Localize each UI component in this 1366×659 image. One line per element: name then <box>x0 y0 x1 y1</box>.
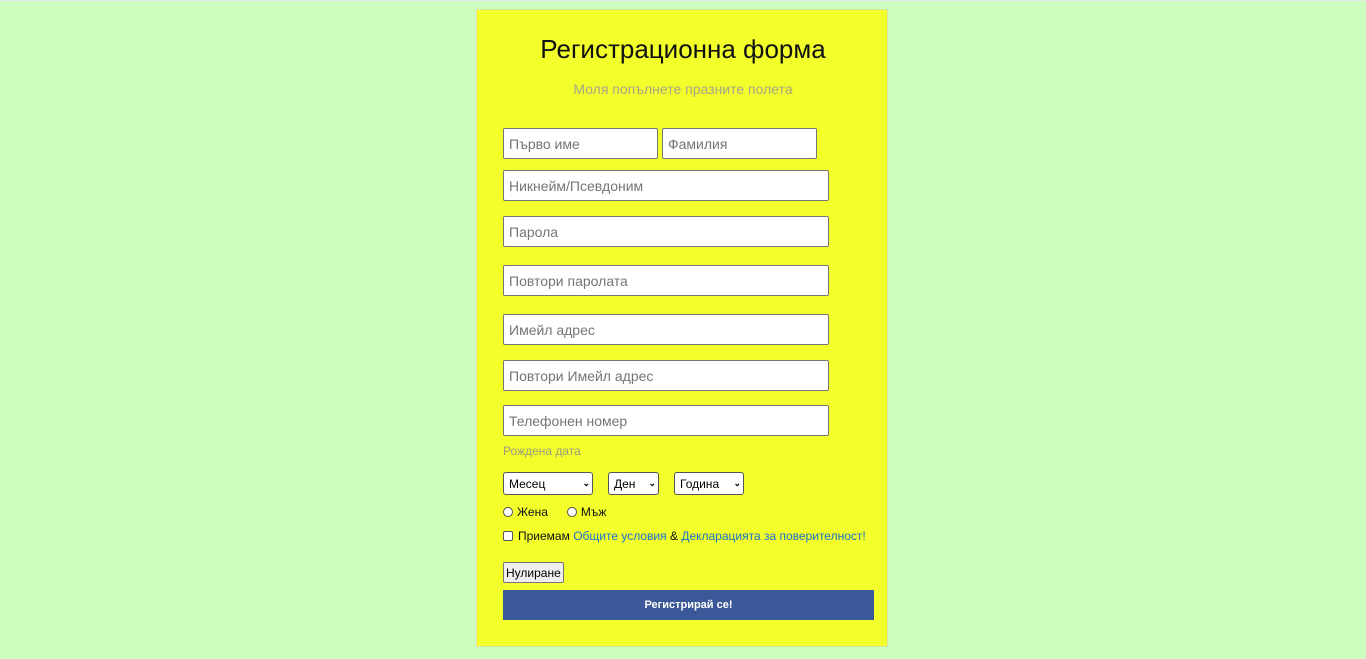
day-select-value: Ден <box>614 476 636 491</box>
month-select-value: Месец <box>509 476 546 491</box>
first-name-input[interactable] <box>503 128 658 159</box>
chevron-down-icon: ⌄ <box>582 478 590 488</box>
terms-row: Приемам Общите условия & Декларацията за… <box>503 529 866 543</box>
chevron-down-icon: ⌄ <box>648 478 656 488</box>
nickname-input[interactable] <box>503 170 829 201</box>
registration-card: Регистрационна форма Моля попълнете праз… <box>476 9 888 647</box>
gender-female-label: Жена <box>517 505 548 519</box>
gender-row: Жена Мъж <box>503 505 625 519</box>
terms-checkbox[interactable] <box>503 531 513 541</box>
gender-male-option[interactable]: Мъж <box>566 505 607 519</box>
top-border <box>0 0 1366 1</box>
terms-and: & <box>669 529 678 543</box>
reset-button[interactable]: Нулиране <box>503 562 564 583</box>
radio-male[interactable] <box>566 507 577 517</box>
privacy-link[interactable]: Декларацията за поверителност! <box>681 529 865 543</box>
month-select[interactable]: Месец ⌄ <box>503 472 593 495</box>
radio-female[interactable] <box>503 507 513 517</box>
year-select[interactable]: Година ⌄ <box>674 472 744 495</box>
repeat-email-input[interactable] <box>503 360 829 391</box>
password-input[interactable] <box>503 216 829 247</box>
gender-female-option[interactable]: Жена <box>503 505 548 519</box>
form-subtitle: Моля попълнете празните полета <box>573 81 793 97</box>
submit-button[interactable]: Регистрирай се! <box>503 590 874 620</box>
gender-male-label: Мъж <box>580 505 607 519</box>
repeat-password-input[interactable] <box>503 265 829 296</box>
form-title: Регистрационна форма <box>540 34 826 64</box>
dob-label: Рождена дата <box>503 444 581 458</box>
last-name-input[interactable] <box>662 128 817 159</box>
terms-link[interactable]: Общите условия <box>573 529 666 543</box>
year-select-value: Година <box>680 476 720 491</box>
terms-prefix: Приемам <box>518 529 570 543</box>
email-input[interactable] <box>503 314 829 345</box>
chevron-down-icon: ⌄ <box>733 478 741 488</box>
day-select[interactable]: Ден ⌄ <box>608 472 659 495</box>
phone-input[interactable] <box>503 405 829 436</box>
